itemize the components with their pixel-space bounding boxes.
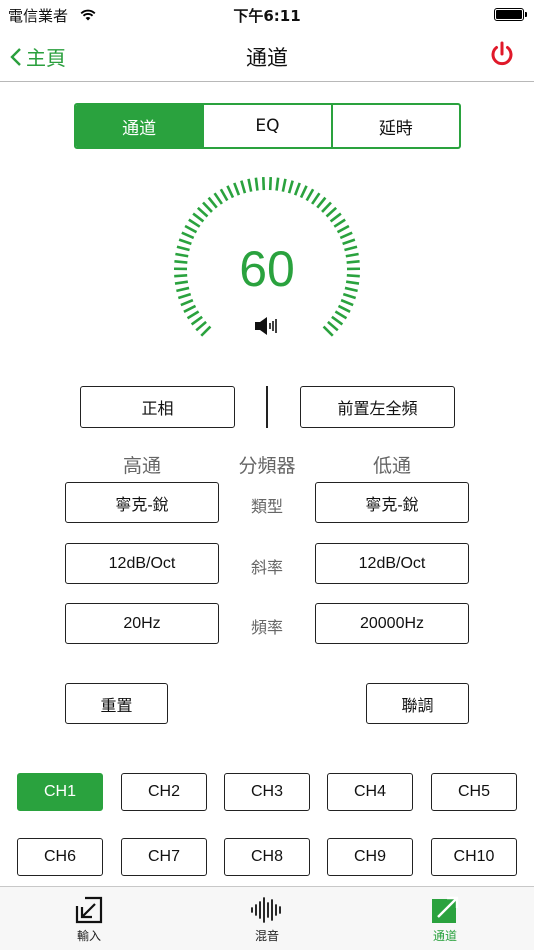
dial-tick bbox=[186, 310, 200, 320]
dial-tick bbox=[334, 310, 348, 320]
highpass-label: 高通 bbox=[122, 455, 161, 477]
dial-tick bbox=[247, 178, 253, 192]
dial-tick bbox=[287, 180, 294, 194]
dial-tick bbox=[337, 304, 351, 313]
channel-button-ch9[interactable]: CH9 bbox=[327, 838, 413, 876]
link-adjust-button[interactable]: 聯調 bbox=[366, 683, 469, 724]
status-bar: 電信業者 下午6:11 bbox=[0, 0, 534, 30]
segment-delay[interactable]: 延時 bbox=[330, 105, 459, 147]
dial-tick bbox=[331, 315, 344, 326]
dial-tick bbox=[340, 298, 354, 307]
dial-tick bbox=[183, 304, 197, 313]
channel-button-ch3[interactable]: CH3 bbox=[224, 773, 310, 811]
highpass-frequency-button[interactable]: 20Hz bbox=[65, 603, 219, 644]
tab-channel[interactable]: 通道 bbox=[385, 887, 505, 950]
dial-tick bbox=[233, 182, 241, 196]
frequency-label: 頻率 bbox=[250, 618, 283, 637]
highpass-slope-button[interactable]: 12dB/Oct bbox=[65, 543, 219, 584]
speaker-icon bbox=[254, 316, 280, 340]
battery-icon bbox=[494, 8, 527, 21]
tab-mix[interactable]: 混音 bbox=[207, 887, 327, 950]
dial-tick bbox=[181, 231, 195, 240]
tab-mix-label: 混音 bbox=[254, 929, 279, 943]
dial-tick bbox=[293, 182, 301, 196]
dial-tick bbox=[336, 224, 350, 234]
page-title: 通道 bbox=[246, 46, 288, 70]
dial-tick bbox=[207, 196, 218, 209]
navigation-bar: 主頁 通道 bbox=[0, 30, 534, 82]
preset-button[interactable]: 前置左全頻 bbox=[300, 386, 455, 428]
dial-tick bbox=[192, 212, 205, 223]
tab-input[interactable]: 輸入 bbox=[29, 887, 149, 950]
dial-tick bbox=[226, 185, 235, 199]
dial-tick bbox=[261, 177, 266, 191]
dial-tick bbox=[219, 188, 229, 202]
dial-tick bbox=[333, 218, 346, 228]
dial-tick bbox=[299, 185, 308, 199]
channel-button-ch10[interactable]: CH10 bbox=[431, 838, 517, 876]
power-icon bbox=[491, 41, 513, 66]
dial-tick bbox=[311, 192, 321, 205]
dial-tick bbox=[322, 325, 334, 337]
dial-tick bbox=[240, 180, 247, 194]
dial-tick bbox=[254, 177, 259, 191]
dial-tick bbox=[339, 231, 353, 240]
dial-tick bbox=[195, 320, 207, 332]
power-button[interactable] bbox=[488, 40, 516, 72]
dial-tick bbox=[202, 201, 213, 213]
dial-tick bbox=[196, 206, 209, 218]
status-time: 下午6:11 bbox=[233, 7, 301, 25]
segment-eq[interactable]: EQ bbox=[202, 105, 330, 147]
dial-tick bbox=[327, 320, 339, 332]
dial-tick bbox=[281, 178, 287, 192]
reset-button[interactable]: 重置 bbox=[65, 683, 168, 724]
channel-button-ch1[interactable]: CH1 bbox=[17, 773, 103, 811]
output-arrow-icon bbox=[432, 896, 459, 923]
channel-button-ch6[interactable]: CH6 bbox=[17, 838, 103, 876]
dial-tick bbox=[316, 196, 327, 209]
channel-button-ch2[interactable]: CH2 bbox=[121, 773, 207, 811]
lowpass-frequency-button[interactable]: 20000Hz bbox=[315, 603, 469, 644]
crossover-title: 分頻器 bbox=[238, 455, 296, 477]
slope-label: 斜率 bbox=[250, 558, 283, 577]
volume-dial[interactable]: 60 bbox=[167, 170, 367, 350]
phase-button[interactable]: 正相 bbox=[80, 386, 235, 428]
dial-tick bbox=[305, 188, 315, 202]
dial-tick bbox=[188, 218, 201, 228]
highpass-type-button[interactable]: 寧克-銳 bbox=[65, 482, 219, 523]
dial-tick bbox=[268, 177, 273, 191]
dial-tick bbox=[190, 315, 203, 326]
divider bbox=[266, 386, 268, 428]
lowpass-type-button[interactable]: 寧克-銳 bbox=[315, 482, 469, 523]
dial-tick bbox=[325, 206, 338, 218]
dial-tick bbox=[200, 325, 212, 337]
channel-button-ch7[interactable]: CH7 bbox=[121, 838, 207, 876]
channel-button-ch8[interactable]: CH8 bbox=[224, 838, 310, 876]
tab-input-label: 輸入 bbox=[76, 929, 101, 943]
dial-tick bbox=[321, 201, 332, 213]
type-label: 類型 bbox=[250, 497, 283, 516]
dial-tick bbox=[275, 177, 280, 191]
waveform-icon bbox=[251, 897, 281, 923]
lowpass-slope-button[interactable]: 12dB/Oct bbox=[315, 543, 469, 584]
tab-channel-label: 通道 bbox=[432, 929, 457, 943]
dial-tick bbox=[180, 298, 194, 307]
dial-tick bbox=[184, 224, 198, 234]
mode-segmented-control: 通道 EQ 延時 bbox=[74, 103, 461, 149]
channel-button-ch4[interactable]: CH4 bbox=[327, 773, 413, 811]
volume-value: 60 bbox=[239, 241, 295, 297]
dial-tick bbox=[329, 212, 342, 223]
input-arrow-icon bbox=[75, 896, 103, 924]
tab-bar: 輸入 混音 通道 bbox=[0, 886, 534, 950]
channel-button-ch5[interactable]: CH5 bbox=[431, 773, 517, 811]
lowpass-label: 低通 bbox=[372, 455, 411, 477]
segment-channel[interactable]: 通道 bbox=[76, 105, 203, 147]
dial-tick bbox=[213, 192, 223, 205]
